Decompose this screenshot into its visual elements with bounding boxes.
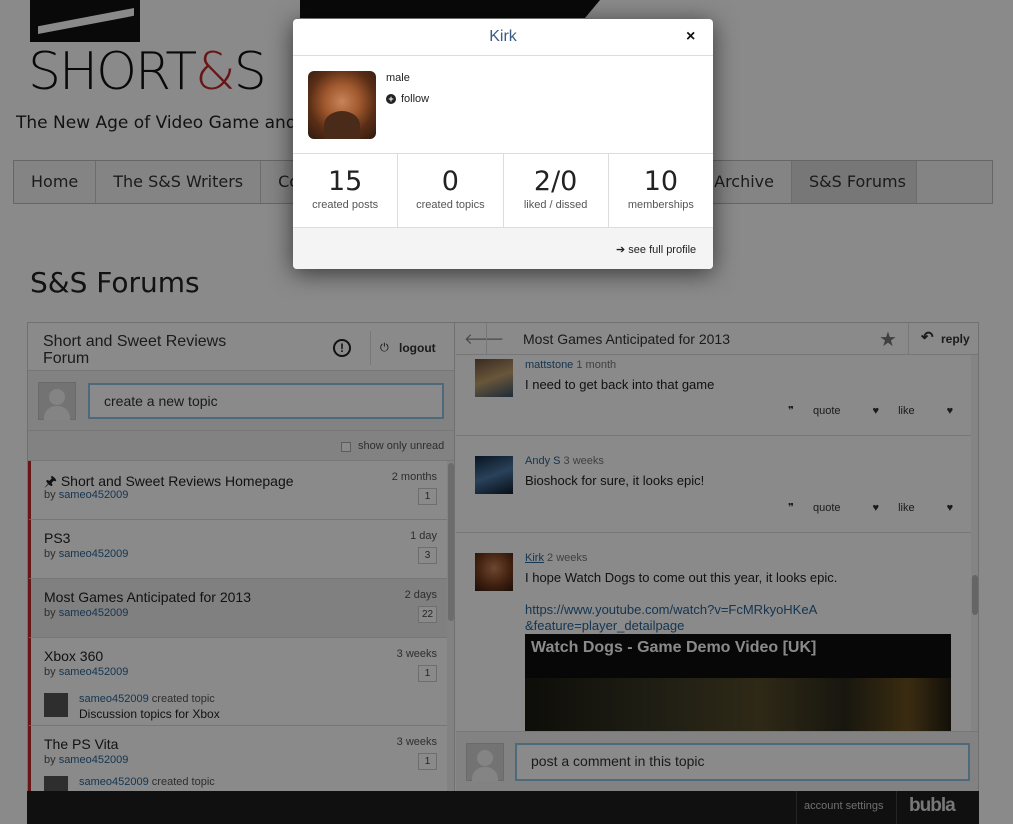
- profile-avatar: [308, 71, 376, 139]
- stat-memberships: 10 memberships: [609, 154, 713, 227]
- stat-label: created topics: [416, 199, 485, 211]
- stat-label: memberships: [627, 199, 694, 211]
- plus-circle-icon[interactable]: +: [386, 94, 396, 104]
- stat-label: created posts: [312, 199, 379, 211]
- stat-value: 15: [327, 166, 363, 197]
- arrow-right-icon: ➔: [616, 244, 626, 256]
- stat-value: 10: [643, 166, 679, 197]
- stat-liked-dissed: 2/0 liked / dissed: [504, 154, 609, 227]
- see-full-profile-link[interactable]: ➔ see full profile: [616, 243, 696, 256]
- modal-header: Kirk ×: [293, 19, 713, 56]
- stat-created-posts: 15 created posts: [293, 154, 399, 227]
- stat-label: liked / dissed: [523, 199, 588, 211]
- see-full-profile-label: see full profile: [628, 244, 697, 256]
- stat-value: 2/0: [533, 166, 578, 197]
- close-icon[interactable]: ×: [686, 28, 695, 46]
- stat-created-topics: 0 created topics: [398, 154, 504, 227]
- follow-button[interactable]: follow: [401, 93, 429, 105]
- profile-modal: Kirk × male + follow 15 created posts 0 …: [293, 19, 713, 269]
- profile-gender: male: [386, 72, 410, 84]
- profile-stats: 15 created posts 0 created topics 2/0 li…: [293, 153, 713, 228]
- profile-name: Kirk: [489, 28, 517, 45]
- modal-footer: ➔ see full profile: [293, 228, 713, 269]
- stat-value: 0: [441, 166, 459, 197]
